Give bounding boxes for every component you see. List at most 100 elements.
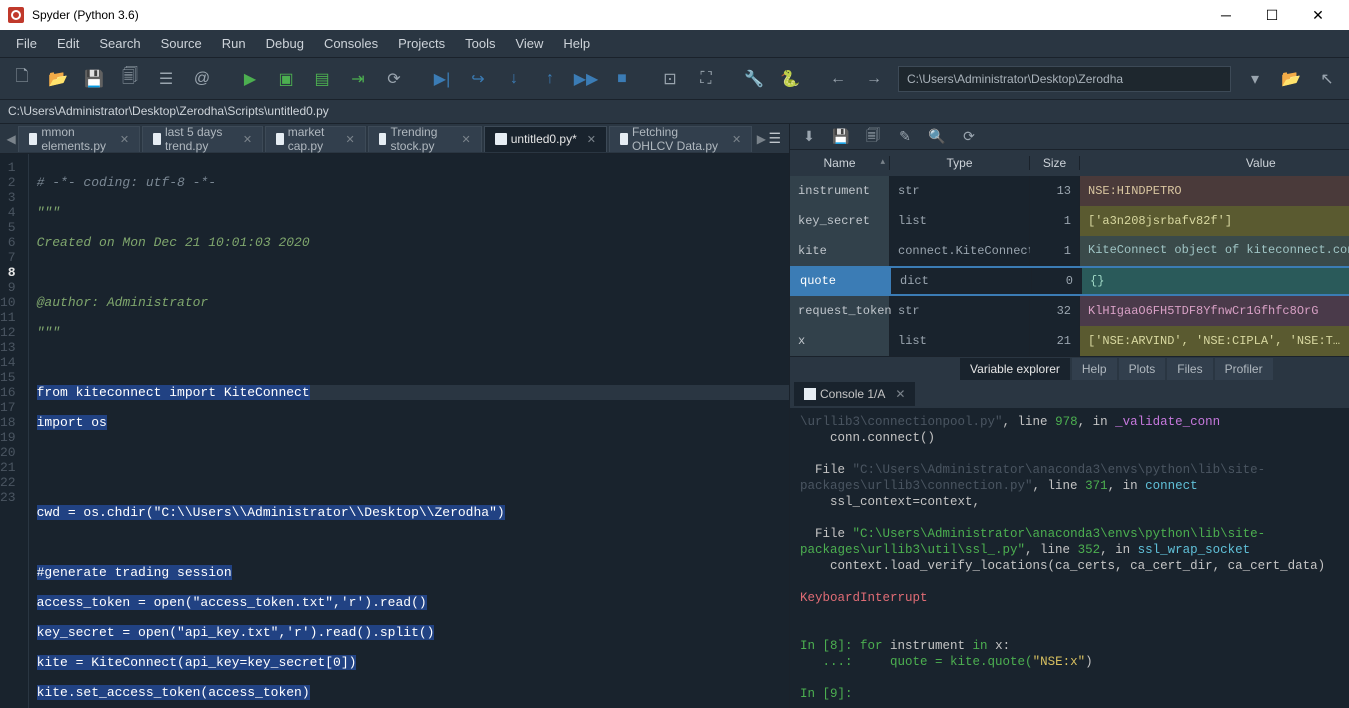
close-tab-icon[interactable]: ✕ [462, 133, 471, 146]
minimize-button[interactable]: ─ [1203, 0, 1249, 30]
window-title: Spyder (Python 3.6) [32, 8, 1203, 22]
header-name[interactable]: Name▴ [790, 156, 890, 170]
maximize-button[interactable]: ☐ [1249, 0, 1295, 30]
parent-dir-icon[interactable]: ↖ [1311, 63, 1343, 95]
menu-source[interactable]: Source [151, 32, 212, 55]
menu-view[interactable]: View [505, 32, 553, 55]
var-row-kite[interactable]: kiteconnect.KiteConnect1KiteConnect obje… [790, 236, 1349, 266]
tab-menu-icon[interactable]: ☰ [768, 130, 781, 147]
fullscreen-icon[interactable]: ⛶ [690, 63, 722, 95]
menu-consoles[interactable]: Consoles [314, 32, 388, 55]
file-path-bar: C:\Users\Administrator\Desktop\Zerodha\S… [0, 100, 1349, 124]
console-tab-1a[interactable]: Console 1/A✕ [794, 382, 915, 406]
tab-label: untitled0.py* [511, 132, 577, 146]
close-tab-icon[interactable]: ✕ [243, 133, 252, 146]
close-console-icon[interactable]: ✕ [895, 387, 905, 401]
step-out-icon[interactable]: ↑ [534, 63, 566, 95]
debug-icon[interactable]: ▶| [426, 63, 458, 95]
menu-tools[interactable]: Tools [455, 32, 505, 55]
rerun-icon[interactable]: ⟳ [378, 63, 410, 95]
new-file-icon[interactable]: 🗋 [6, 63, 38, 95]
tab-plots[interactable]: Plots [1119, 358, 1166, 380]
var-row-instrument[interactable]: instrumentstr13NSE:HINDPETRO [790, 176, 1349, 206]
file-icon [495, 133, 507, 145]
save-all-icon[interactable]: 🗐 [114, 63, 146, 95]
titlebar: Spyder (Python 3.6) ─ ☐ ✕ [0, 0, 1349, 30]
tab-fetching[interactable]: Fetching OHLCV Data.py✕ [609, 126, 752, 152]
step-over-icon[interactable]: ↪ [462, 63, 494, 95]
menu-file[interactable]: File [6, 32, 47, 55]
cell-icon[interactable]: ☰ [150, 63, 182, 95]
run-cell-icon[interactable]: ▣ [270, 63, 302, 95]
tab-files[interactable]: Files [1167, 358, 1212, 380]
line-gutter: 1234567891011121314151617181920212223 [0, 154, 29, 708]
close-tab-icon[interactable]: ✕ [587, 133, 596, 146]
menu-search[interactable]: Search [89, 32, 150, 55]
refresh-icon[interactable]: ⟳ [958, 128, 980, 145]
menu-run[interactable]: Run [212, 32, 256, 55]
open-file-icon[interactable]: 📂 [42, 63, 74, 95]
var-row-x[interactable]: xlist21['NSE:ARVIND', 'NSE:CIPLA', 'NSE:… [790, 326, 1349, 356]
save-icon[interactable]: 💾 [78, 63, 110, 95]
tab-label: mmon elements.py [41, 125, 110, 153]
tab-trending[interactable]: Trending stock.py ✕ [368, 126, 482, 152]
console-output[interactable]: \urllib3\connectionpool.py", line 978, i… [790, 408, 1349, 708]
close-tab-icon[interactable]: ✕ [345, 133, 354, 146]
menu-help[interactable]: Help [553, 32, 600, 55]
close-tab-icon[interactable]: ✕ [732, 133, 741, 146]
run-icon[interactable]: ▶ [234, 63, 266, 95]
tab-last5days[interactable]: last 5 days trend.py✕ [142, 126, 263, 152]
var-row-request-token[interactable]: request_tokenstr32KlHIgaaO6FH5TDF8YfnwCr… [790, 296, 1349, 326]
save-as-icon[interactable]: 🗐 [862, 125, 884, 149]
console-icon [804, 388, 816, 400]
spyder-logo-icon [8, 7, 24, 23]
var-row-quote[interactable]: quotedict0{} [790, 266, 1349, 296]
run-selection-icon[interactable]: ⇥ [342, 63, 374, 95]
close-tab-icon[interactable]: ✕ [120, 133, 129, 146]
file-icon [29, 133, 37, 145]
stop-icon[interactable]: ⊡ [654, 63, 686, 95]
header-size[interactable]: Size [1030, 156, 1080, 170]
working-dir-input[interactable]: C:\Users\Administrator\Desktop\Zerodha [898, 66, 1231, 92]
tab-mmon-elements[interactable]: mmon elements.py ✕ [18, 126, 140, 152]
tab-variable-explorer[interactable]: Variable explorer [960, 358, 1070, 380]
python-path-icon[interactable]: 🐍 [774, 63, 806, 95]
preferences-icon[interactable]: 🔧 [738, 63, 770, 95]
search-var-icon[interactable]: 🔍 [926, 128, 948, 145]
variable-explorer-toolbar: ⬇ 💾 🗐 ✎ 🔍 ⟳ [790, 124, 1349, 150]
tab-marketcap[interactable]: market cap.py ✕ [265, 126, 366, 152]
back-icon[interactable]: ← [822, 63, 854, 95]
var-row-key-secret[interactable]: key_secretlist1['a3n208jsrbafv82f'] [790, 206, 1349, 236]
console-panel: Console 1/A✕ ■ ✎ ☰ \urllib3\connectionpo… [790, 380, 1349, 708]
dropdown-icon[interactable]: ▾ [1239, 63, 1271, 95]
save-data-icon[interactable]: 💾 [830, 128, 852, 145]
continue-icon[interactable]: ▶▶ [570, 63, 602, 95]
tab-label: market cap.py [288, 125, 336, 153]
tab-scroll-left[interactable]: ◀ [4, 132, 18, 146]
variable-table-header[interactable]: Name▴ Type Size Value [790, 150, 1349, 176]
tab-untitled0[interactable]: untitled0.py* ✕ [484, 126, 607, 152]
import-data-icon[interactable]: ⬇ [798, 128, 820, 145]
header-type[interactable]: Type [890, 156, 1030, 170]
at-icon[interactable]: @ [186, 63, 218, 95]
menu-projects[interactable]: Projects [388, 32, 455, 55]
tab-help[interactable]: Help [1072, 358, 1117, 380]
run-cell-advance-icon[interactable]: ▤ [306, 63, 338, 95]
code-editor[interactable]: 1234567891011121314151617181920212223 # … [0, 154, 789, 708]
browse-dir-icon[interactable]: 📂 [1275, 63, 1307, 95]
menu-debug[interactable]: Debug [256, 32, 314, 55]
step-into-icon[interactable]: ↓ [498, 63, 530, 95]
tab-label: Trending stock.py [390, 125, 451, 153]
tab-profiler[interactable]: Profiler [1215, 358, 1273, 380]
close-button[interactable]: ✕ [1295, 0, 1341, 30]
code-content[interactable]: # -*- coding: utf-8 -*- """ Created on M… [29, 154, 789, 708]
tab-scroll-right[interactable]: ▶ [754, 132, 768, 146]
clear-icon[interactable]: ✎ [894, 128, 916, 145]
forward-icon[interactable]: → [858, 63, 890, 95]
header-value[interactable]: Value [1080, 156, 1349, 170]
menubar: File Edit Search Source Run Debug Consol… [0, 30, 1349, 58]
stop-debug-icon[interactable]: ■ [606, 63, 638, 95]
file-icon [276, 133, 284, 145]
sort-icon: ▴ [880, 156, 885, 167]
menu-edit[interactable]: Edit [47, 32, 89, 55]
